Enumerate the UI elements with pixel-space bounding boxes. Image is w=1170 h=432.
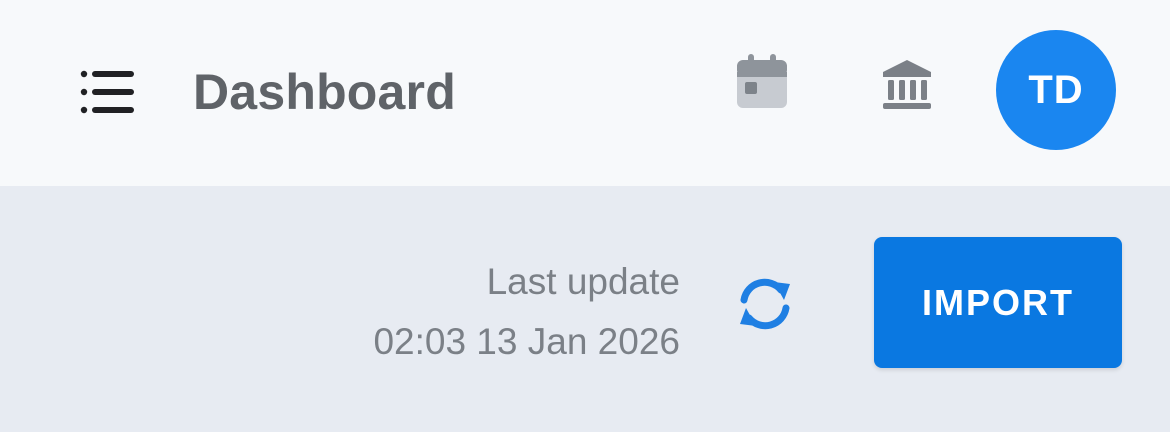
app-screen: Dashboard TD Last update 02:03 13 Jan 20… bbox=[0, 0, 1170, 432]
calendar-icon bbox=[737, 54, 787, 108]
menu-icon bbox=[80, 70, 134, 114]
refresh-button[interactable] bbox=[730, 276, 800, 332]
calendar-button[interactable] bbox=[734, 54, 790, 112]
last-update-label: Last update bbox=[486, 261, 680, 302]
top-app-bar: Dashboard TD bbox=[0, 0, 1170, 186]
last-update-time: 02:03 13 Jan 2026 bbox=[373, 321, 680, 362]
import-button[interactable]: IMPORT bbox=[874, 237, 1122, 368]
menu-button[interactable] bbox=[78, 68, 138, 116]
bank-icon bbox=[883, 60, 931, 109]
bank-button[interactable] bbox=[880, 58, 934, 112]
last-update-info: Last update 02:03 13 Jan 2026 bbox=[373, 252, 680, 372]
page-title: Dashboard bbox=[193, 64, 456, 120]
refresh-icon bbox=[740, 278, 790, 330]
user-avatar[interactable]: TD bbox=[996, 30, 1116, 150]
